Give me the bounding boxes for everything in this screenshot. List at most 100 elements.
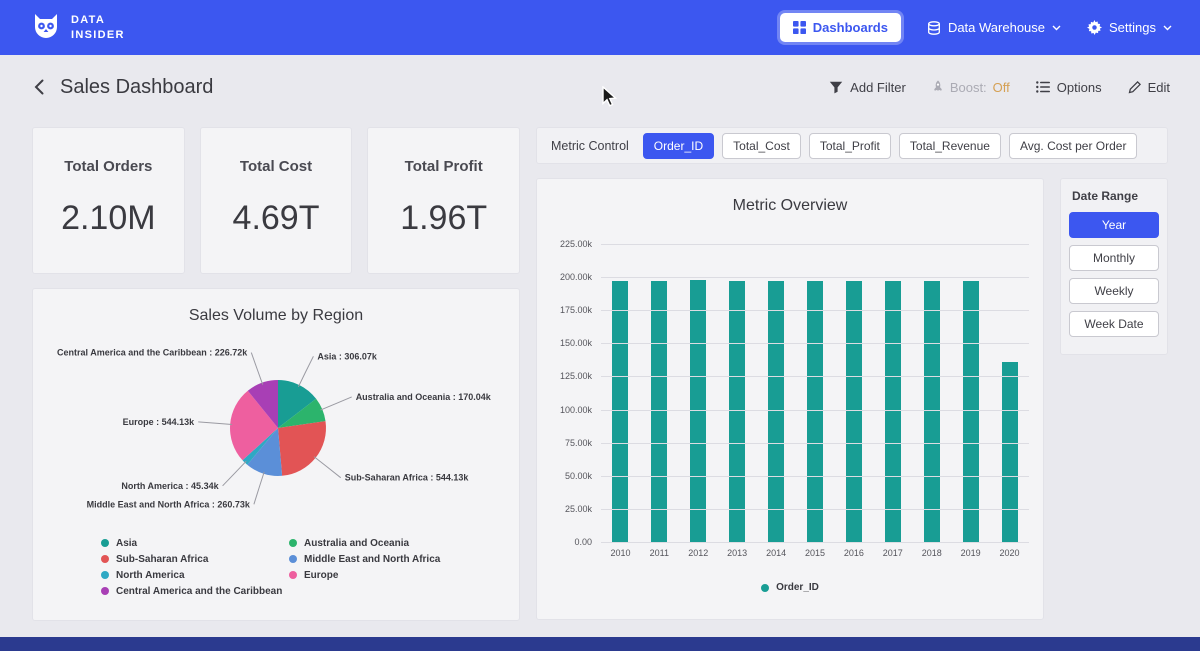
kpi-label: Total Profit	[405, 158, 483, 175]
metric-button-avg-cost-per-order[interactable]: Avg. Cost per Order	[1009, 133, 1138, 159]
x-axis-tick: 2011	[640, 548, 679, 558]
legend-item-sub-saharan-africa[interactable]: Sub-Saharan Africa	[101, 551, 289, 567]
bar-2019[interactable]	[963, 281, 979, 542]
bar-2015[interactable]	[807, 281, 823, 542]
legend-label: Middle East and North Africa	[304, 554, 440, 565]
bar-chart-legend[interactable]: Order_ID	[537, 582, 1043, 593]
y-axis-tick: 25.00k	[565, 504, 592, 514]
metric-button-total-cost[interactable]: Total_Cost	[722, 133, 801, 159]
y-axis-tick: 125.00k	[560, 371, 592, 381]
legend-label: Australia and Oceania	[304, 538, 409, 549]
bar-chart-card: Metric Overview 225.00k200.00k175.00k150…	[536, 178, 1044, 620]
metric-button-order-id[interactable]: Order_ID	[643, 133, 714, 159]
y-axis-tick: 200.00k	[560, 272, 592, 282]
kpi-value: 4.69T	[233, 199, 320, 238]
add-filter-button[interactable]: Add Filter	[829, 80, 906, 95]
kpi-row: Total Orders 2.10M Total Cost 4.69T Tota…	[32, 127, 520, 274]
pie-legend: Asia Sub-Saharan AfricaNorth AmericaCentr…	[101, 535, 519, 599]
metric-button-total-revenue[interactable]: Total_Revenue	[899, 133, 1001, 159]
page-title: Sales Dashboard	[60, 76, 817, 99]
grid-icon	[793, 21, 806, 34]
x-axis-tick: 2020	[990, 548, 1029, 558]
bar-2016[interactable]	[846, 281, 862, 542]
kpi-value: 2.10M	[61, 199, 156, 238]
right-column: Metric Control Order_IDTotal_CostTotal_P…	[536, 127, 1168, 621]
y-axis-tick: 175.00k	[560, 305, 592, 315]
date-range-button-week-date[interactable]: Week Date	[1069, 311, 1159, 337]
legend-item-australia-and-oceania[interactable]: Australia and Oceania	[289, 535, 519, 551]
edit-label: Edit	[1148, 80, 1170, 95]
back-button[interactable]	[30, 77, 48, 97]
x-axis-tick: 2016	[834, 548, 873, 558]
legend-item-north-america[interactable]: North America	[101, 567, 289, 583]
legend-dot	[761, 584, 769, 592]
nav-dashboards-label: Dashboards	[813, 20, 888, 35]
left-column: Total Orders 2.10M Total Cost 4.69T Tota…	[32, 127, 520, 621]
bar-2014[interactable]	[768, 281, 784, 542]
header-actions: Add Filter Boost: Off Options	[829, 80, 1170, 95]
bar-plot-area	[601, 244, 1029, 542]
pencil-icon	[1128, 81, 1141, 94]
bar-slot	[834, 244, 873, 542]
brand-line2: INSIDER	[71, 28, 125, 42]
legend-item-central-america-and-the-caribbean[interactable]: Central America and the Caribbean	[101, 583, 289, 599]
y-axis: 225.00k200.00k175.00k150.00k125.00k100.0…	[537, 244, 601, 542]
date-range-card: Date Range YearMonthlyWeeklyWeek Date	[1060, 178, 1168, 355]
legend-dot	[289, 571, 297, 579]
bar-slot	[757, 244, 796, 542]
pie-slice-sub-saharan-africa[interactable]	[278, 421, 326, 476]
legend-label: Asia	[116, 538, 137, 549]
legend-item-middle-east-and-north-africa[interactable]: Middle East and North Africa	[289, 551, 519, 567]
gridline	[601, 376, 1029, 377]
metric-button-total-profit[interactable]: Total_Profit	[809, 133, 891, 159]
bar-chart-body: 225.00k200.00k175.00k150.00k125.00k100.0…	[537, 244, 1043, 542]
options-button[interactable]: Options	[1036, 80, 1102, 95]
bar-2011[interactable]	[651, 281, 667, 542]
legend-item-asia[interactable]: Asia	[101, 535, 289, 551]
legend-item-europe[interactable]: Europe	[289, 567, 519, 583]
nav-dashboards-button[interactable]: Dashboards	[780, 13, 901, 42]
bar-2020[interactable]	[1002, 362, 1018, 542]
gridline	[601, 310, 1029, 311]
bar-2010[interactable]	[612, 281, 628, 542]
date-range-button-weekly[interactable]: Weekly	[1069, 278, 1159, 304]
bar-2018[interactable]	[924, 281, 940, 542]
list-options-icon	[1036, 81, 1050, 93]
x-axis-tick: 2013	[718, 548, 757, 558]
y-axis-tick: 50.00k	[565, 471, 592, 481]
options-label: Options	[1057, 80, 1102, 95]
brand-line1: DATA	[71, 13, 125, 27]
metric-control-bar: Metric Control Order_IDTotal_CostTotal_P…	[536, 127, 1168, 164]
bar-2013[interactable]	[729, 281, 745, 542]
bar-slot	[601, 244, 640, 542]
y-axis-tick: 225.00k	[560, 239, 592, 249]
boost-toggle[interactable]: Boost: Off	[932, 80, 1010, 95]
bar-slot	[951, 244, 990, 542]
bar-2017[interactable]	[885, 281, 901, 542]
y-axis-tick: 150.00k	[560, 338, 592, 348]
kpi-card-total-orders: Total Orders 2.10M	[32, 127, 185, 274]
pie-label-line	[223, 461, 247, 486]
pie-label-line	[320, 397, 351, 410]
bar-slot	[873, 244, 912, 542]
nav-data-warehouse-button[interactable]: Data Warehouse	[927, 20, 1061, 35]
pie-chart-title: Sales Volume by Region	[33, 307, 519, 325]
x-axis-tick: 2019	[951, 548, 990, 558]
bar-slot	[718, 244, 757, 542]
edit-button[interactable]: Edit	[1128, 80, 1170, 95]
bar-slot	[912, 244, 951, 542]
bar-slot	[640, 244, 679, 542]
legend-dot	[101, 587, 109, 595]
date-range-button-monthly[interactable]: Monthly	[1069, 245, 1159, 271]
date-range-button-year[interactable]: Year	[1069, 212, 1159, 238]
kpi-label: Total Orders	[64, 158, 152, 175]
chevron-down-icon	[1052, 25, 1061, 31]
nav-settings-button[interactable]: Settings	[1087, 20, 1172, 35]
gear-icon	[1087, 20, 1102, 35]
legend-dot	[101, 555, 109, 563]
page-header: Sales Dashboard Add Filter Boost: Off	[0, 55, 1200, 119]
pie-chart: Asia : 306.07kAustralia and Oceania : 17…	[33, 333, 521, 533]
kpi-value: 1.96T	[400, 199, 487, 238]
bar-slot	[679, 244, 718, 542]
bar-2012[interactable]	[690, 280, 706, 542]
